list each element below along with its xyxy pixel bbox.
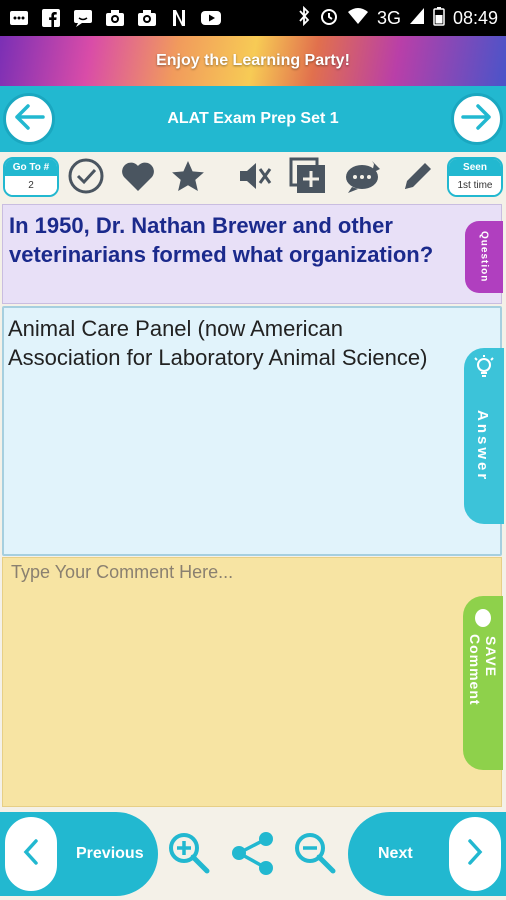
network-type: 3G: [376, 7, 401, 28]
question-card: In 1950, Dr. Nathan Brewer and other vet…: [2, 204, 503, 304]
add-card-button[interactable]: [288, 157, 328, 200]
banner-text: Enjoy the Learning Party!: [156, 52, 350, 69]
question-text: In 1950, Dr. Nathan Brewer and other vet…: [9, 213, 434, 267]
seen-indicator: Seen 1st time: [447, 157, 503, 197]
toolbar: Go To # 2 Seen 1st time: [0, 152, 506, 204]
next-label: Next: [378, 845, 413, 862]
wifi-icon: [347, 7, 369, 30]
zoom-in-icon: [166, 830, 212, 881]
add-card-icon: [289, 157, 327, 200]
comment-edit-icon: [344, 157, 384, 200]
goto-control[interactable]: Go To # 2: [3, 157, 59, 197]
facebook-icon: [40, 8, 62, 28]
alarm-icon: [319, 6, 339, 31]
arrow-right-icon: [461, 103, 493, 136]
share-button[interactable]: [228, 830, 278, 880]
netflix-icon: [168, 8, 190, 28]
camera-icon: [136, 8, 158, 28]
question-tab-label: Question: [478, 231, 490, 283]
favorite-button[interactable]: [118, 158, 158, 198]
status-bar: 3G 08:49: [0, 0, 506, 36]
lightbulb-icon: [472, 354, 496, 385]
zoom-in-button[interactable]: [164, 830, 214, 880]
chevron-left-icon: [21, 837, 41, 872]
mute-button[interactable]: [234, 158, 274, 198]
bottom-nav: Previous Next: [0, 808, 506, 900]
goto-label: Go To #: [5, 159, 57, 176]
youtube-icon: [200, 8, 222, 28]
comment-edit-button[interactable]: [344, 158, 384, 198]
camera-icon: [104, 8, 126, 28]
answer-tab-label: Answer: [474, 410, 491, 483]
next-arrow[interactable]: [446, 814, 504, 894]
zoom-out-icon: [292, 830, 338, 881]
clock: 08:49: [452, 7, 498, 28]
comment-label: Comment: [467, 634, 483, 706]
battery-icon: [433, 6, 445, 31]
goto-value[interactable]: 2: [5, 176, 57, 195]
comment-input[interactable]: [11, 562, 451, 798]
star-button[interactable]: [168, 158, 208, 198]
answer-card: Animal Care Panel (now American Associat…: [2, 306, 504, 556]
back-button[interactable]: [3, 93, 55, 145]
chat-icon: [72, 8, 94, 28]
answer-tab[interactable]: Answer: [464, 348, 504, 524]
mute-icon: [236, 159, 272, 198]
heart-icon: [120, 159, 156, 198]
notification-icons: [8, 8, 222, 28]
edit-button[interactable]: [398, 158, 438, 198]
save-comment-button[interactable]: SAVE Comment: [463, 596, 503, 770]
forward-button[interactable]: [451, 93, 503, 145]
zoom-out-button[interactable]: [290, 830, 340, 880]
page-title: ALAT Exam Prep Set 1: [167, 110, 339, 127]
message-icon: [8, 8, 30, 28]
comment-area: SAVE Comment: [2, 557, 503, 807]
pencil-icon: [401, 159, 435, 198]
mark-done-button[interactable]: [66, 158, 106, 198]
title-bar: ALAT Exam Prep Set 1: [0, 86, 506, 152]
chevron-right-icon: [465, 837, 485, 872]
seen-label: Seen: [449, 159, 501, 176]
previous-label: Previous: [76, 845, 144, 862]
question-tab[interactable]: Question: [465, 221, 503, 293]
signal-icon: [409, 7, 425, 30]
arrow-left-icon: [13, 103, 45, 136]
seen-value: 1st time: [449, 176, 501, 195]
check-icon: [67, 157, 105, 200]
promo-banner[interactable]: Enjoy the Learning Party!: [0, 36, 506, 86]
previous-arrow[interactable]: [2, 814, 60, 894]
bluetooth-icon: [297, 5, 311, 31]
system-status: 3G 08:49: [297, 5, 498, 31]
save-label: SAVE: [483, 636, 499, 678]
note-icon: [473, 608, 493, 633]
answer-text: Animal Care Panel (now American Associat…: [8, 316, 428, 370]
share-icon: [230, 830, 276, 881]
star-icon: [170, 159, 206, 198]
